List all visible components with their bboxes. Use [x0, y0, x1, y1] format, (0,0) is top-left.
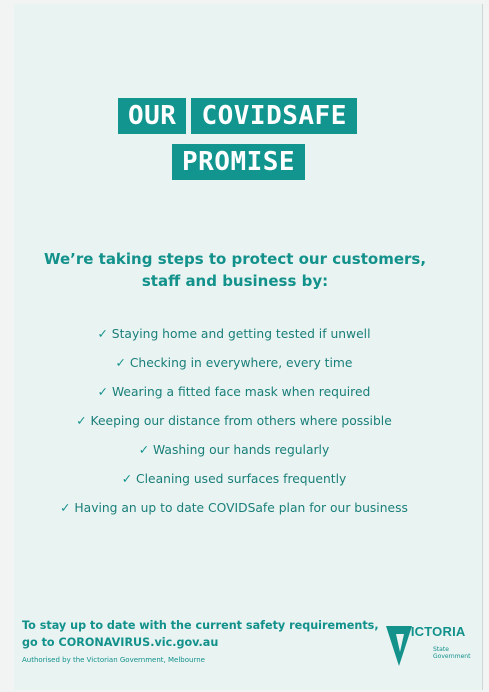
promise-item-text: Checking in everywhere, every time [129, 356, 353, 370]
promise-item-text: Cleaning used surfaces frequently [136, 472, 347, 486]
title-word-our: OUR [118, 98, 187, 134]
title-row-2: PROMISE [172, 144, 306, 180]
promise-list: ✓ Staying home and getting tested if unwe… [0, 320, 468, 523]
footer-line-2[interactable]: go to CORONAVIRUS.vic.gov.au [22, 634, 379, 651]
promise-item: ✓ Keeping our distance from others where … [0, 407, 468, 436]
promise-item-text: Having an up to date COVIDSafe plan for … [74, 501, 408, 515]
logo-word: VICTORIA [402, 624, 466, 639]
footer-line-1: To stay up to date with the current safe… [22, 619, 379, 632]
checkmark-icon: ✓ [76, 414, 87, 428]
checkmark-icon: ✓ [115, 356, 126, 370]
promise-item: ✓ Having an up to date COVIDSafe plan for… [0, 494, 468, 523]
intro-text: We’re taking steps to protect our custom… [40, 248, 430, 292]
checkmark-icon: ✓ [60, 501, 71, 515]
promise-item: ✓ Cleaning used surfaces frequently [0, 465, 468, 494]
intro-line-2: staff and business by: [141, 272, 329, 290]
checkmark-icon: ✓ [138, 443, 150, 457]
title-row-1: OUR COVIDSAFE [118, 98, 357, 134]
promise-item: ✓ Checking in everywhere, every time [0, 349, 468, 378]
promise-item-text: Staying home and getting tested if unwel… [111, 327, 371, 341]
logo-subtitle: State Government [433, 646, 470, 660]
promise-item-text: Keeping our distance from others where p… [90, 414, 392, 428]
checkmark-icon: ✓ [97, 327, 108, 341]
logo-sub-line-1: State [433, 646, 449, 653]
promise-item: ✓ Washing our hands regularly [0, 436, 468, 465]
footer-text: To stay up to date with the current safe… [22, 617, 379, 651]
promise-item-text: Washing our hands regularly [153, 443, 330, 457]
authorised-note: Authorised by the Victorian Government, … [22, 656, 205, 664]
promise-item: ✓ Staying home and getting tested if unwe… [0, 320, 468, 349]
title-word-promise: PROMISE [172, 144, 306, 180]
intro-line-1: We’re taking steps to protect our custom… [43, 250, 427, 268]
checkmark-icon: ✓ [121, 472, 133, 486]
checkmark-icon: ✓ [97, 385, 108, 399]
promise-item-text: Wearing a fitted face mask when required [111, 385, 371, 399]
promise-item: ✓ Wearing a fitted face mask when require… [0, 378, 468, 407]
logo-sub-line-2: Government [433, 653, 471, 660]
title-word-covidsafe: COVIDSAFE [191, 98, 357, 134]
